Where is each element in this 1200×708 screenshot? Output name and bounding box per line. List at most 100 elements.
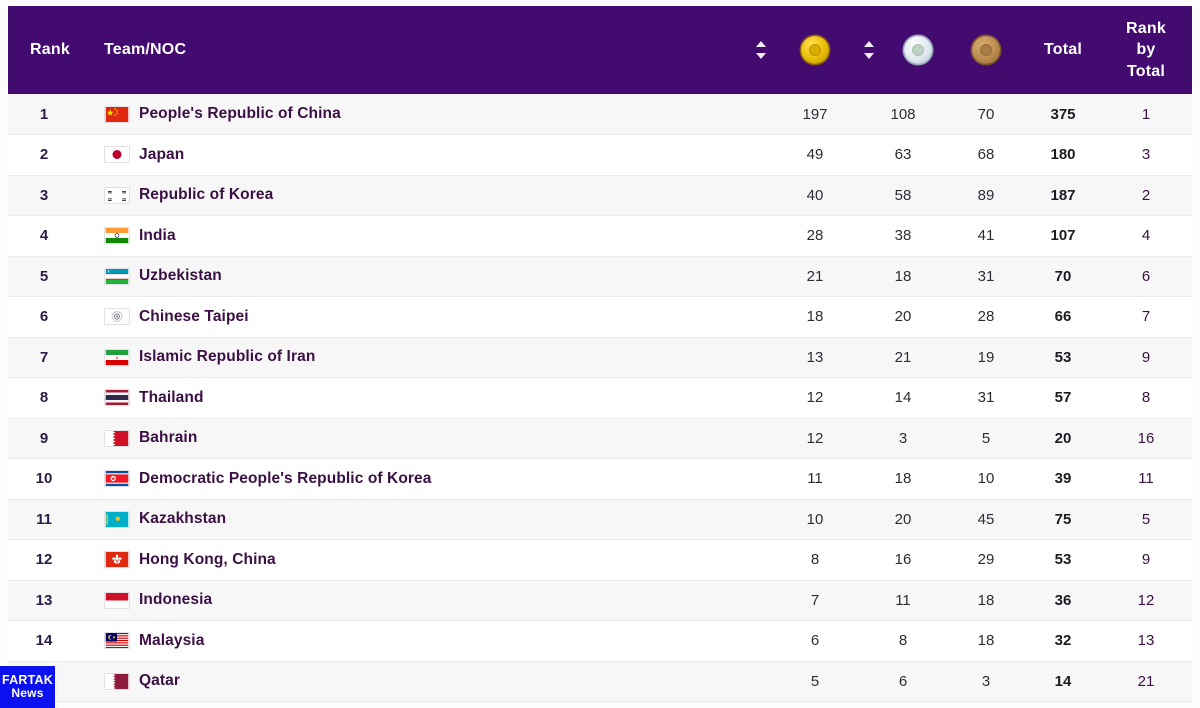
table-row[interactable]: 1 People's Republic of China 197 108 70 375 1 xyxy=(8,94,1192,135)
cell-gold: 28 xyxy=(776,215,854,257)
cell-gold: 40 xyxy=(776,175,854,216)
table-row[interactable]: 14 Malaysia 6 8 18 32 13 xyxy=(8,620,1192,662)
cell-bronze: 3 xyxy=(952,661,1020,702)
team-name: Qatar xyxy=(139,672,180,690)
cell-total: 20 xyxy=(1020,418,1106,459)
column-header-rank[interactable]: Rank xyxy=(8,6,86,94)
cell-rank-by-total: 9 xyxy=(1106,337,1192,378)
column-header-gold[interactable] xyxy=(776,6,854,94)
cell-gold: 10 xyxy=(776,499,854,540)
cell-total: 14 xyxy=(1020,661,1106,702)
rank-by-total-line-1: Rank xyxy=(1126,19,1166,37)
table-row[interactable]: 15Qatar5631421 xyxy=(8,661,1192,702)
flag-icon-id xyxy=(104,591,130,609)
sort-updown-icon[interactable] xyxy=(862,40,876,60)
cell-silver: 38 xyxy=(854,215,952,257)
table-row[interactable]: 4 India 28 38 41 107 4 xyxy=(8,215,1192,257)
cell-rank-by-total: 8 xyxy=(1106,377,1192,419)
cell-bronze: 70 xyxy=(952,94,1020,135)
table-row[interactable]: 2 Japan 49 63 68 180 3 xyxy=(8,134,1192,176)
cell-silver: 8 xyxy=(854,620,952,662)
cell-gold: 7 xyxy=(776,580,854,621)
cell-team: Japan xyxy=(86,134,776,176)
cell-silver: 18 xyxy=(854,458,952,500)
cell-silver: 20 xyxy=(854,296,952,338)
sort-control-silver-cell[interactable] xyxy=(854,6,884,94)
cell-rank-by-total: 2 xyxy=(1106,175,1192,216)
cell-total: 107 xyxy=(1020,215,1106,257)
flag-icon-in xyxy=(104,227,130,245)
cell-team: Islamic Republic of Iran xyxy=(86,337,776,378)
cell-rank-by-total: 9 xyxy=(1106,539,1192,581)
cell-rank: 5 xyxy=(8,256,86,297)
cell-team: Malaysia xyxy=(86,620,776,662)
cell-silver: 14 xyxy=(854,377,952,419)
table-row[interactable]: 5 Uzbekistan 21 18 31 70 6 xyxy=(8,256,1192,297)
table-row[interactable]: 6 Chinese Taipei 18 20 28 66 7 xyxy=(8,296,1192,338)
cell-rank-by-total: 6 xyxy=(1106,256,1192,297)
cell-silver: 108 xyxy=(854,94,952,135)
cell-rank-by-total: 3 xyxy=(1106,134,1192,176)
cell-gold: 11 xyxy=(776,458,854,500)
cell-team: People's Republic of China xyxy=(86,94,776,135)
cell-team: Thailand xyxy=(86,377,776,419)
table-row[interactable]: 10 Democratic People's Republic of Korea 1… xyxy=(8,458,1192,500)
cell-total: 66 xyxy=(1020,296,1106,338)
table-row[interactable]: 3 Republic of Korea 40 58 89 187 2 xyxy=(8,175,1192,216)
table-row[interactable]: 12 Hong Kong, China 8 16 29 53 9 xyxy=(8,539,1192,581)
column-header-rank-by-total[interactable]: Rank by Total xyxy=(1106,6,1192,94)
cell-bronze: 31 xyxy=(952,256,1020,297)
table-row[interactable]: 11 Kazakhstan 10 20 45 75 5 xyxy=(8,499,1192,540)
cell-total: 36 xyxy=(1020,580,1106,621)
cell-total: 187 xyxy=(1020,175,1106,216)
cell-bronze: 5 xyxy=(952,418,1020,459)
flag-icon-uz xyxy=(104,267,130,285)
table-row[interactable]: 9 Bahrain 12 3 5 20 16 xyxy=(8,418,1192,459)
sort-updown-icon[interactable] xyxy=(754,40,768,60)
team-name: Thailand xyxy=(139,388,204,406)
cell-team: India xyxy=(86,215,776,257)
cell-total: 53 xyxy=(1020,337,1106,378)
cell-silver: 6 xyxy=(854,661,952,702)
cell-total: 53 xyxy=(1020,539,1106,581)
team-name: Uzbekistan xyxy=(139,267,222,285)
table-row[interactable]: 8 Thailand 12 14 31 57 8 xyxy=(8,377,1192,419)
table-row[interactable]: 13 Indonesia 7 11 18 36 12 xyxy=(8,580,1192,621)
cell-rank: 6 xyxy=(8,296,86,338)
cell-team: Chinese Taipei xyxy=(86,296,776,338)
cell-rank: 10 xyxy=(8,458,86,500)
team-name: Malaysia xyxy=(139,631,205,649)
cell-gold: 18 xyxy=(776,296,854,338)
sort-control-gold-cell[interactable] xyxy=(746,6,776,94)
flag-icon-th xyxy=(104,389,130,407)
team-name: Japan xyxy=(139,145,185,163)
cell-silver: 18 xyxy=(854,256,952,297)
team-name: Democratic People's Republic of Korea xyxy=(139,469,432,487)
flag-icon-jp xyxy=(104,146,130,164)
table-row[interactable]: 7 Islamic Republic of Iran 13 21 19 53 9 xyxy=(8,337,1192,378)
cell-rank-by-total: 7 xyxy=(1106,296,1192,338)
cell-bronze: 45 xyxy=(952,499,1020,540)
column-header-bronze[interactable] xyxy=(952,6,1020,94)
medal-standings-page: Rank Team/NOC Total Rank by Total 1 Peop… xyxy=(0,0,1200,708)
team-name: Kazakhstan xyxy=(139,510,227,528)
cell-rank-by-total: 21 xyxy=(1106,661,1192,702)
watermark-line-2: News xyxy=(11,686,44,701)
column-header-total[interactable]: Total xyxy=(1020,6,1106,94)
cell-silver: 16 xyxy=(854,539,952,581)
cell-rank: 9 xyxy=(8,418,86,459)
cell-silver: 63 xyxy=(854,134,952,176)
column-header-silver[interactable] xyxy=(884,6,952,94)
cell-bronze: 89 xyxy=(952,175,1020,216)
watermark-badge: FARTAK News xyxy=(0,666,55,708)
cell-total: 70 xyxy=(1020,256,1106,297)
cell-gold: 8 xyxy=(776,539,854,581)
cell-gold: 12 xyxy=(776,418,854,459)
column-header-team[interactable]: Team/NOC xyxy=(86,6,746,94)
cell-gold: 197 xyxy=(776,94,854,135)
cell-total: 32 xyxy=(1020,620,1106,662)
cell-gold: 5 xyxy=(776,661,854,702)
cell-gold: 13 xyxy=(776,337,854,378)
cell-total: 57 xyxy=(1020,377,1106,419)
cell-bronze: 41 xyxy=(952,215,1020,257)
